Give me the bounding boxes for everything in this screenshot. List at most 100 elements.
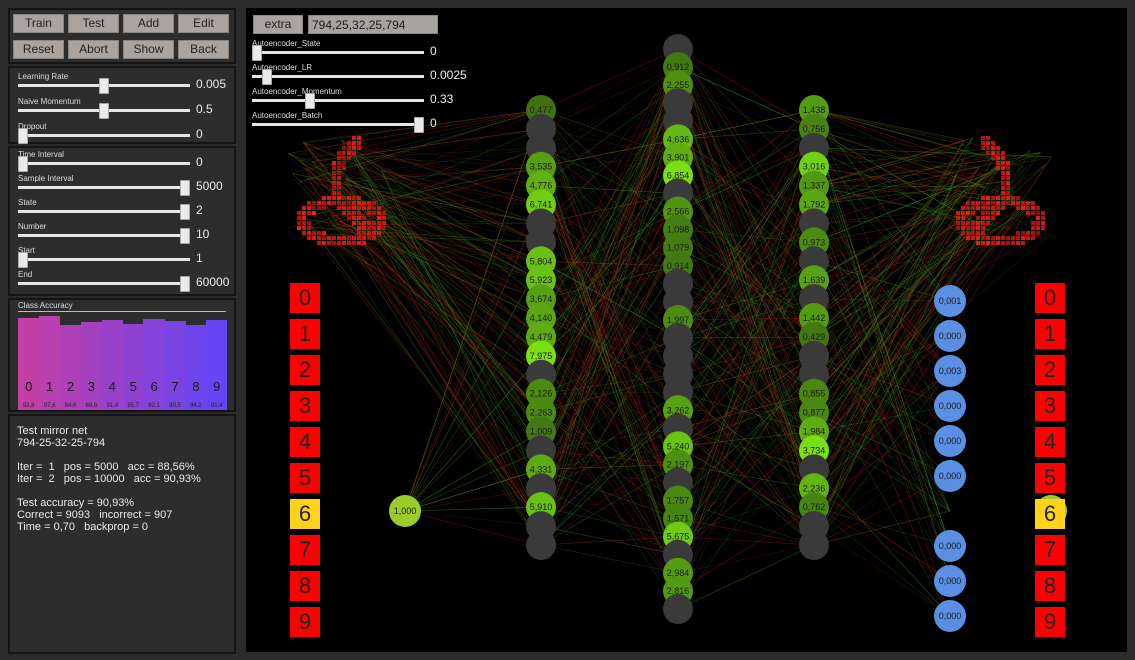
accuracy-bar-value: 91,4 — [210, 403, 223, 409]
output-digit-5[interactable]: 5 — [1035, 463, 1065, 493]
accuracy-bar: 6 92,1 — [143, 319, 165, 410]
test-button[interactable]: Test — [68, 14, 119, 33]
input-digit-3[interactable]: 3 — [290, 391, 320, 421]
input-digit-9[interactable]: 9 — [290, 607, 320, 637]
slider-track[interactable] — [18, 134, 190, 137]
neuron-activation: 0,877 — [803, 408, 826, 418]
edit-button[interactable]: Edit — [178, 14, 229, 33]
neuron-activation: 0,973 — [803, 237, 826, 247]
class-accuracy-divider — [18, 311, 226, 312]
slider-thumb[interactable] — [180, 204, 190, 220]
learning-settings-panel: Learning Rate 0.005 Naive Momentum 0.5 Dropo… — [8, 66, 236, 144]
output-digit-9[interactable]: 9 — [1035, 607, 1065, 637]
slider-track[interactable] — [18, 210, 190, 213]
output-probability: 0,000 — [939, 331, 962, 341]
slider-thumb[interactable] — [99, 78, 109, 94]
back-button[interactable]: Back — [178, 40, 229, 59]
state-slider[interactable]: State 2 — [18, 198, 260, 222]
neuron-activation: 2,263 — [530, 408, 553, 418]
output-digit-8[interactable]: 8 — [1035, 571, 1065, 601]
train-button[interactable]: Train — [13, 14, 64, 33]
autoencoder-momentum-slider[interactable]: Autoencoder_Momentum 0.33 — [252, 87, 494, 111]
output-digit-3[interactable]: 3 — [1035, 391, 1065, 421]
input-digit-6[interactable]: 6 — [290, 499, 320, 529]
output-digit-6[interactable]: 6 — [1035, 499, 1065, 529]
log-line: Correct = 9093 incorrect = 907 — [17, 509, 173, 521]
autoencoder-state-value: 0 — [430, 44, 437, 58]
slider-track[interactable] — [18, 162, 190, 165]
output-digit-2[interactable]: 2 — [1035, 355, 1065, 385]
output-probability: 0,003 — [939, 366, 962, 376]
autoencoder-batch-slider[interactable]: Autoencoder_Batch 0 — [252, 111, 494, 135]
learning-rate-slider[interactable]: Learning Rate 0.005 — [18, 72, 260, 96]
end-label: End — [18, 270, 33, 279]
autoencoder-state-slider[interactable]: Autoencoder_State 0 — [252, 39, 494, 63]
slider-thumb[interactable] — [18, 252, 28, 268]
input-digit-4[interactable]: 4 — [290, 427, 320, 457]
slider-thumb[interactable] — [180, 180, 190, 196]
state-label: State — [18, 198, 37, 207]
dropout-slider[interactable]: Dropout 0 — [18, 122, 260, 146]
output-probability: 0,001 — [939, 296, 962, 306]
neuron-activation: 0,756 — [803, 124, 826, 134]
slider-track[interactable] — [18, 258, 190, 261]
autoencoder-lr-slider[interactable]: Autoencoder_LR 0.0025 — [252, 63, 494, 87]
number-slider[interactable]: Number 10 — [18, 222, 260, 246]
accuracy-bar-value: 91,4 — [106, 403, 119, 409]
neuron-activation: 0,429 — [803, 332, 826, 342]
slider-track[interactable] — [18, 186, 190, 189]
input-digit-0[interactable]: 0 — [290, 283, 320, 313]
add-button[interactable]: Add — [123, 14, 174, 33]
neuron-activation: 4,331 — [530, 464, 553, 474]
slider-thumb[interactable] — [414, 117, 424, 133]
output-digit-1[interactable]: 1 — [1035, 319, 1065, 349]
slider-track[interactable] — [252, 123, 424, 126]
output-probability: 0,000 — [939, 541, 962, 551]
slider-thumb[interactable] — [18, 156, 28, 172]
slider-thumb[interactable] — [305, 93, 315, 109]
accuracy-bar-digit: 6 — [150, 379, 158, 394]
input-digit-2[interactable]: 2 — [290, 355, 320, 385]
show-button[interactable]: Show — [123, 40, 174, 59]
start-value: 1 — [196, 251, 203, 265]
neuron — [799, 530, 829, 560]
input-digit-1[interactable]: 1 — [290, 319, 320, 349]
slider-thumb[interactable] — [180, 228, 190, 244]
slider-track[interactable] — [18, 282, 190, 285]
slider-thumb[interactable] — [180, 276, 190, 292]
learning-rate-label: Learning Rate — [18, 72, 69, 81]
slider-thumb[interactable] — [252, 45, 262, 61]
output-digit-7[interactable]: 7 — [1035, 535, 1065, 565]
slider-track[interactable] — [252, 99, 424, 102]
class-accuracy-bars: 0 93,8 1 97,6 2 84,6 3 88,6 4 91,4 5 85,7 6 92,1 7 90,5… — [18, 314, 228, 410]
slider-thumb[interactable] — [99, 103, 109, 119]
neuron-activation: 1,337 — [803, 181, 826, 191]
start-slider[interactable]: Start 1 — [18, 246, 260, 270]
slider-track[interactable] — [18, 234, 190, 237]
naive-momentum-slider[interactable]: Naive Momentum 0.5 — [18, 97, 260, 121]
end-slider[interactable]: End 60000 — [18, 270, 260, 294]
input-digit-8[interactable]: 8 — [290, 571, 320, 601]
accuracy-bar: 9 91,4 — [206, 320, 228, 410]
autoencoder-momentum-value: 0.33 — [430, 92, 454, 106]
sample-interval-slider[interactable]: Sample Interval 5000 — [18, 174, 260, 198]
autoencoder-lr-label: Autoencoder_LR — [252, 63, 313, 72]
log-line: Iter = 1 pos = 5000 acc = 88,56% — [17, 461, 195, 473]
input-digit-7[interactable]: 7 — [290, 535, 320, 565]
input-digit-5[interactable]: 5 — [290, 463, 320, 493]
accuracy-bar-digit: 5 — [129, 379, 137, 394]
time-interval-slider[interactable]: Time Interval 0 — [18, 150, 260, 174]
output-digit-0[interactable]: 0 — [1035, 283, 1065, 313]
sample-interval-value: 5000 — [196, 179, 223, 193]
neuron-activation: 5,923 — [530, 275, 553, 285]
slider-track[interactable] — [252, 51, 424, 54]
slider-thumb[interactable] — [18, 128, 28, 144]
architecture-input[interactable] — [308, 15, 438, 34]
output-digit-4[interactable]: 4 — [1035, 427, 1065, 457]
neuron — [663, 594, 693, 624]
abort-button[interactable]: Abort — [68, 40, 119, 59]
slider-thumb[interactable] — [262, 69, 272, 85]
slider-track[interactable] — [252, 75, 424, 78]
extra-button[interactable]: extra — [253, 15, 303, 34]
reset-button[interactable]: Reset — [13, 40, 64, 59]
